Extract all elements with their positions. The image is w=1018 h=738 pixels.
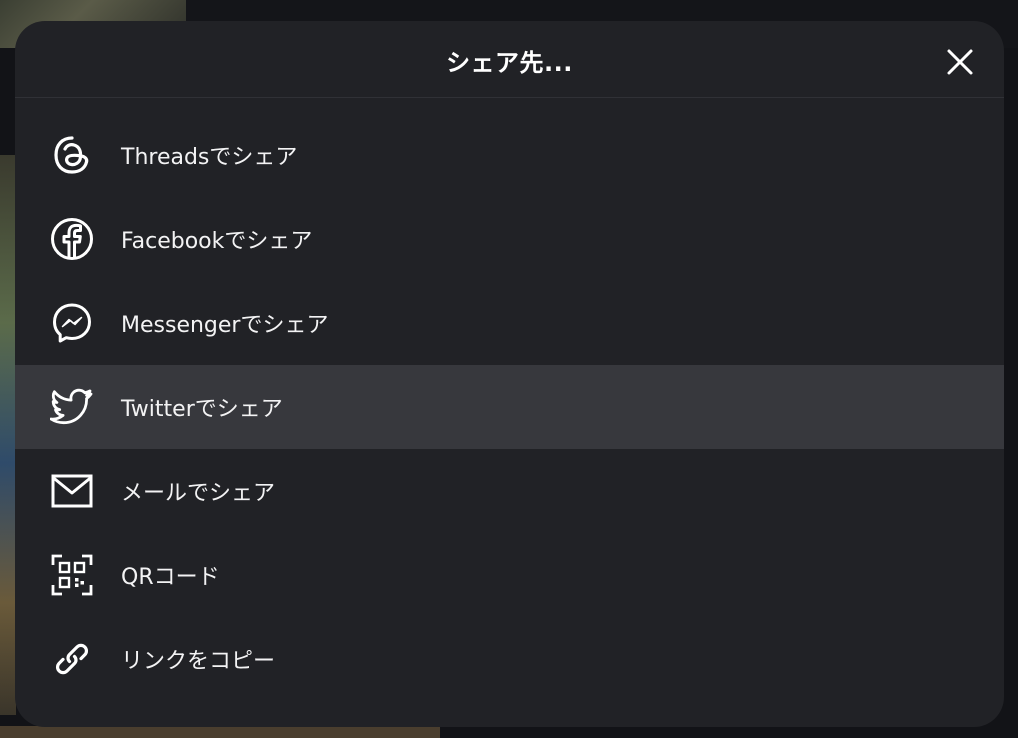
copy-link-label: リンクをコピー <box>121 649 276 674</box>
threads-icon <box>49 132 95 178</box>
share-facebook-item[interactable]: Facebookでシェア <box>15 197 1004 281</box>
link-icon <box>49 636 95 682</box>
background-post-image <box>0 155 16 715</box>
qr-code-label: QRコード <box>121 565 220 590</box>
mail-icon <box>49 468 95 514</box>
share-facebook-label: Facebookでシェア <box>121 229 313 254</box>
dialog-title: シェア先... <box>446 49 573 77</box>
share-twitter-item[interactable]: Twitterでシェア <box>15 365 1004 449</box>
messenger-icon <box>49 300 95 346</box>
share-twitter-label: Twitterでシェア <box>121 397 283 422</box>
share-email-label: メールでシェア <box>121 481 276 506</box>
qr-code-icon <box>49 552 95 598</box>
copy-link-item[interactable]: リンクをコピー <box>15 617 1004 701</box>
background-image-strip <box>0 726 440 738</box>
share-messenger-label: Messengerでシェア <box>121 313 329 338</box>
twitter-icon <box>49 384 95 430</box>
share-threads-item[interactable]: Threadsでシェア <box>15 113 1004 197</box>
dialog-header: シェア先... <box>15 21 1004 98</box>
share-dialog: シェア先... Threadsでシェア Facebookでシェア Messeng… <box>15 21 1004 727</box>
share-messenger-item[interactable]: Messengerでシェア <box>15 281 1004 365</box>
facebook-icon <box>49 216 95 262</box>
qr-code-item[interactable]: QRコード <box>15 533 1004 617</box>
close-button[interactable] <box>939 41 981 83</box>
close-icon <box>945 47 975 77</box>
share-options-list: Threadsでシェア Facebookでシェア Messengerでシェア T… <box>15 113 1004 701</box>
share-email-item[interactable]: メールでシェア <box>15 449 1004 533</box>
share-threads-label: Threadsでシェア <box>121 145 298 170</box>
